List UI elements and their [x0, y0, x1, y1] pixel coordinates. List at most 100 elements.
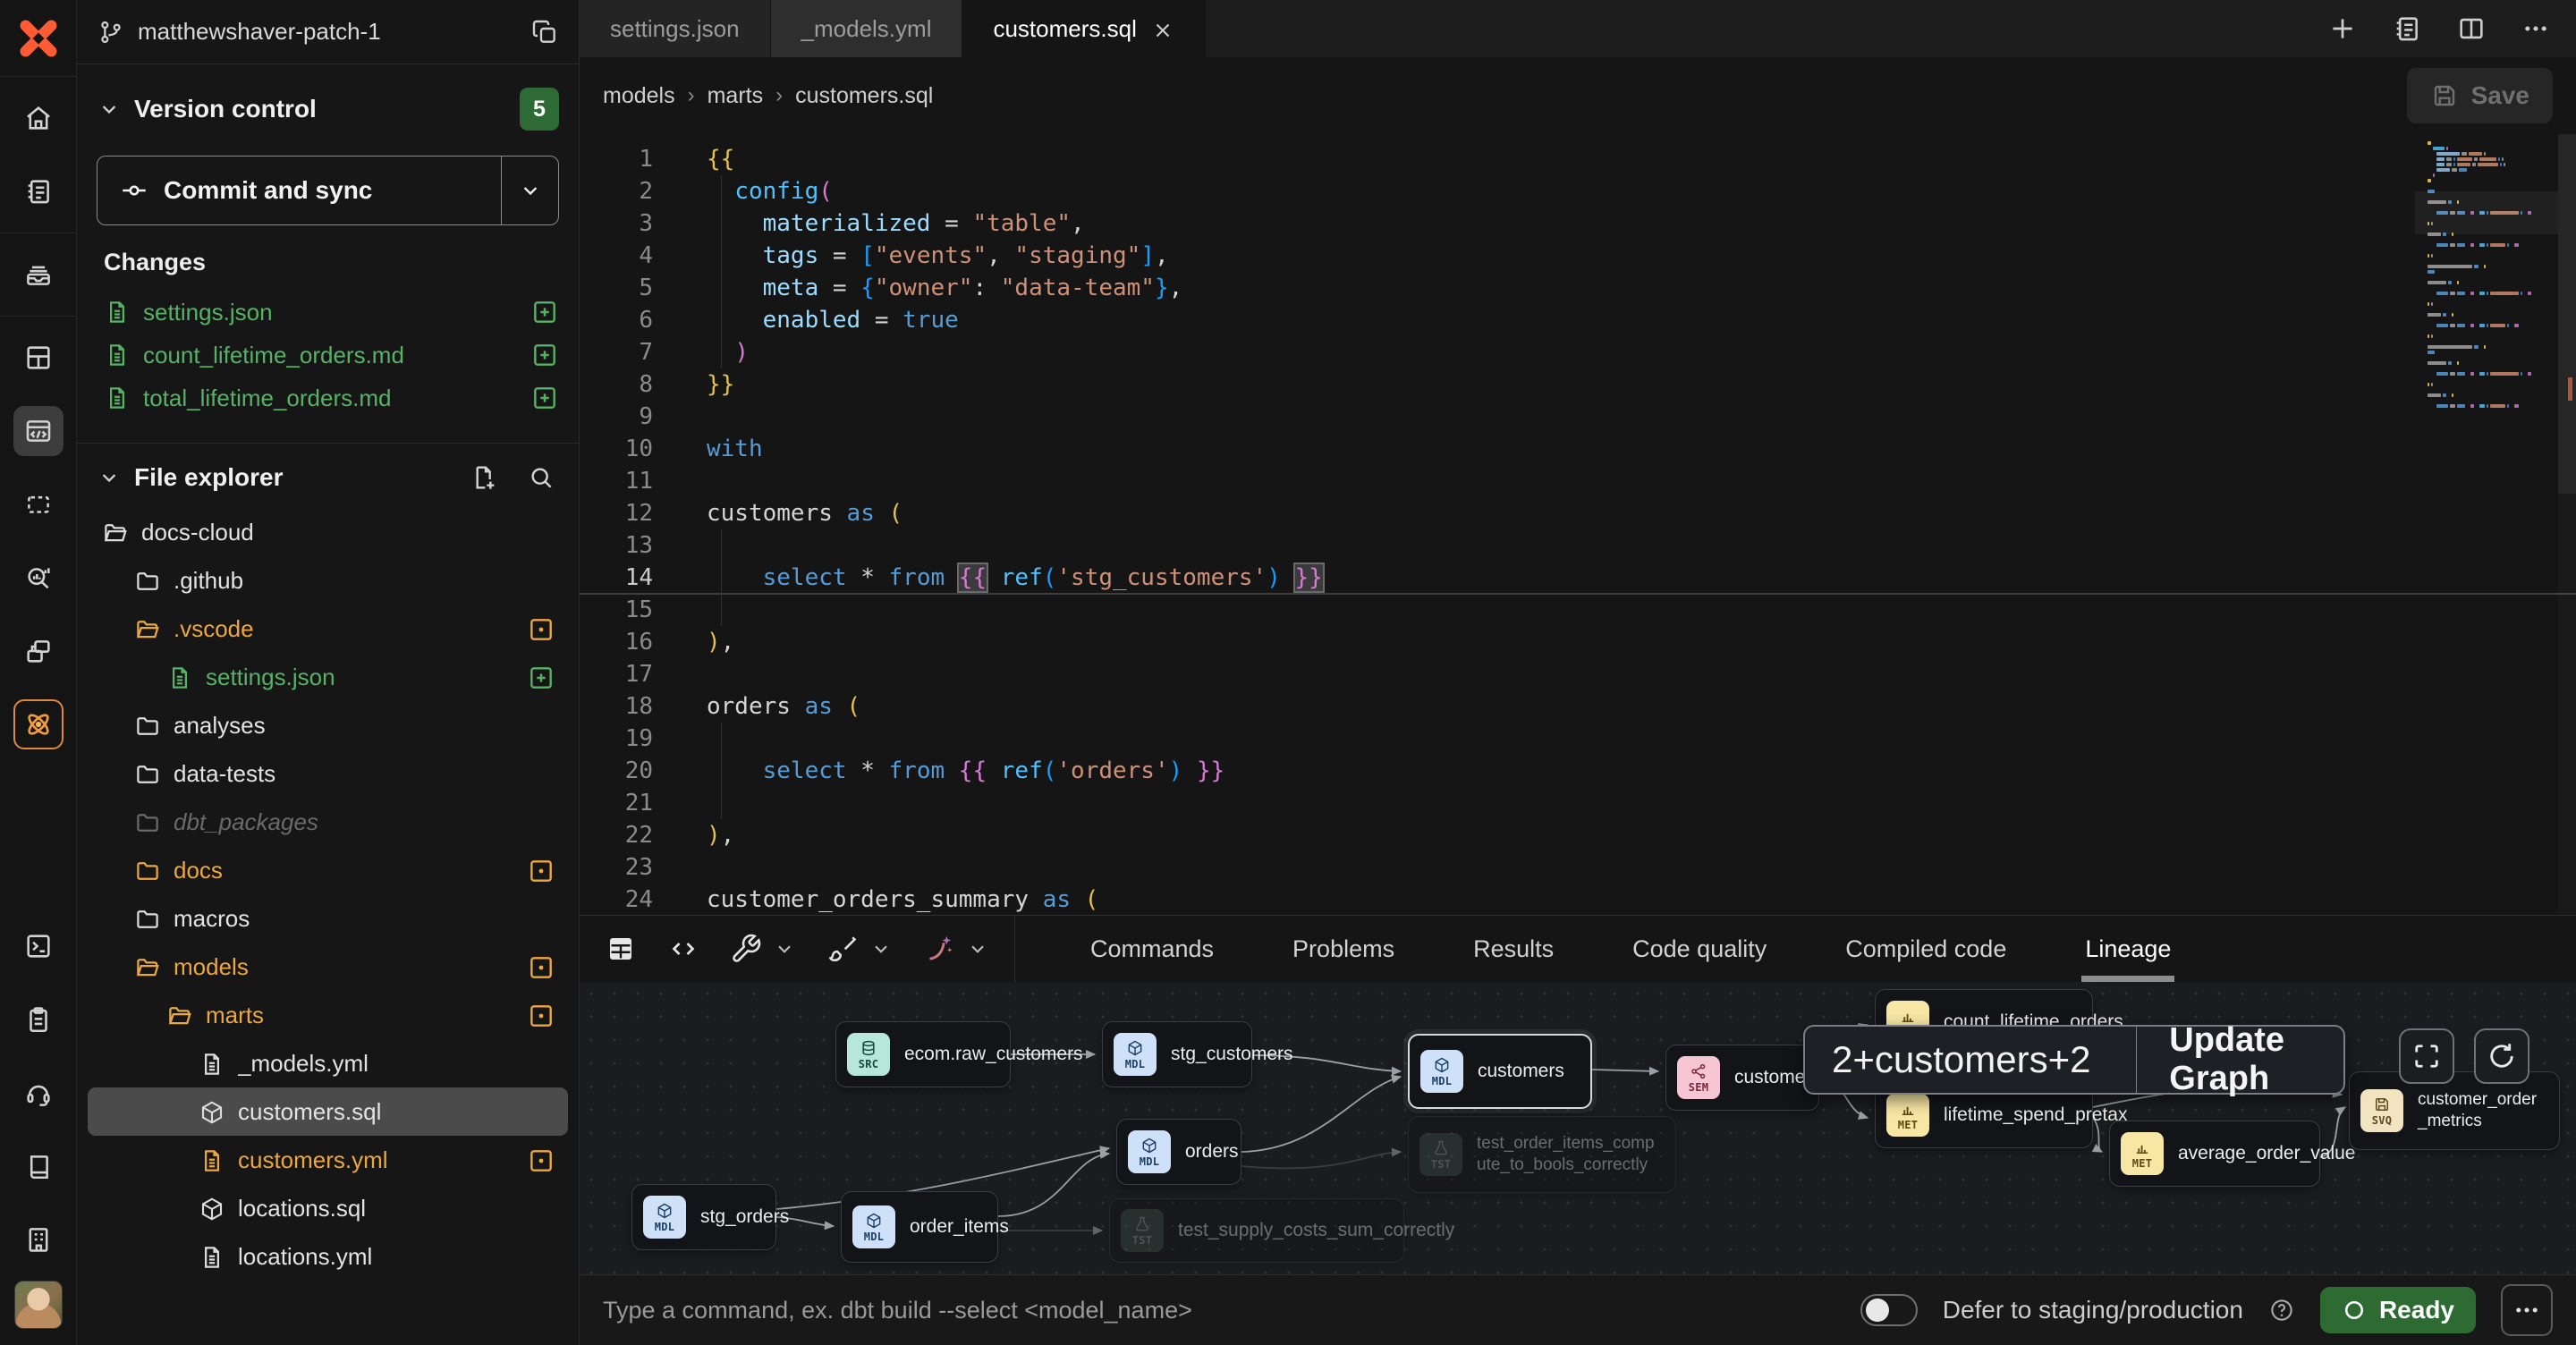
breadcrumb-item[interactable]: models [603, 83, 675, 109]
editor-scrollbar[interactable] [2558, 134, 2576, 915]
lineage-fullscreen-button[interactable] [2399, 1028, 2454, 1084]
commit-and-sync-button[interactable]: Commit and sync [97, 156, 559, 225]
lineage-node-test-supply[interactable]: TSTtest_supply_costs_sum_correctly [1109, 1198, 1404, 1263]
tree-item-analyses[interactable]: analyses [88, 701, 568, 749]
panel-tab-code-quality[interactable]: Code quality [1593, 916, 1806, 982]
chevron-down-icon[interactable] [966, 937, 989, 960]
update-graph-button[interactable]: Update Graph [2137, 1027, 2343, 1093]
code-line-23[interactable]: 23 [580, 851, 2576, 884]
tree-item-customers-yml[interactable]: customers.yml [88, 1136, 568, 1184]
tree-item-marts[interactable]: marts [88, 991, 568, 1039]
command-more-button[interactable] [2501, 1284, 2553, 1336]
code-editor[interactable]: 1{{2 config(3 materialized = "table",4 t… [580, 134, 2576, 915]
tree-item--vscode[interactable]: .vscode [88, 605, 568, 653]
code-line-3[interactable]: 3 materialized = "table", [580, 207, 2576, 240]
modified-badge[interactable] [527, 952, 555, 981]
code-line-24[interactable]: 24customer_orders_summary as ( [580, 884, 2576, 915]
tree-item-data-tests[interactable]: data-tests [88, 749, 568, 798]
code-line-12[interactable]: 12customers as ( [580, 497, 2576, 529]
code-line-20[interactable]: 20 select * from {{ ref('orders') }} [580, 755, 2576, 787]
chevron-down-icon[interactable] [773, 937, 796, 960]
rail-insights-button[interactable] [13, 553, 64, 603]
code-line-9[interactable]: 9 [580, 401, 2576, 433]
modified-badge[interactable] [527, 855, 555, 884]
tab-customers-sql[interactable]: customers.sql [962, 0, 1205, 57]
user-avatar[interactable] [14, 1281, 63, 1329]
lineage-node-customers-mdl[interactable]: MDLcustomers [1408, 1034, 1592, 1109]
save-button[interactable]: Save [2407, 68, 2553, 123]
code-line-1[interactable]: 1{{ [580, 143, 2576, 175]
rail-home-button[interactable] [13, 93, 64, 143]
panel-tab-results[interactable]: Results [1434, 916, 1593, 982]
command-input[interactable]: Type a command, ex. dbt build --select <… [603, 1297, 1835, 1324]
rail-jobs-button[interactable] [13, 250, 64, 300]
breadcrumb-item[interactable]: marts [708, 83, 764, 109]
code-line-21[interactable]: 21 [580, 787, 2576, 819]
tree-item-locations-yml[interactable]: locations.yml [88, 1232, 568, 1281]
rail-orchestration-button[interactable] [13, 626, 64, 676]
rail-ide-button[interactable] [13, 406, 64, 456]
lineage-node-cust-order-metrics[interactable]: SVQcustomer_order_metrics [2349, 1071, 2560, 1150]
minimap[interactable] [2428, 141, 2546, 415]
rail-fusion-button[interactable] [13, 699, 64, 749]
close-tab-icon[interactable] [1151, 15, 1174, 43]
code-line-11[interactable]: 11 [580, 465, 2576, 497]
split-editor-icon[interactable] [2456, 13, 2487, 44]
version-control-header[interactable]: Version control 5 [77, 64, 579, 140]
rail-notebook-button[interactable] [13, 166, 64, 216]
lineage-node-avg-order-value[interactable]: METaverage_order_value [2109, 1121, 2320, 1187]
tree-item-dbt-packages[interactable]: dbt_packages [88, 798, 568, 846]
lineage-refresh-button[interactable] [2474, 1028, 2529, 1084]
build-wrench-icon[interactable] [730, 933, 762, 965]
modified-badge[interactable] [527, 613, 555, 643]
code-line-17[interactable]: 17 [580, 658, 2576, 690]
tree-item--github[interactable]: .github [88, 556, 568, 605]
lineage-node-raw-customers[interactable]: SRCecom.raw_customers [835, 1021, 1011, 1087]
staged-add-badge[interactable] [527, 662, 555, 691]
panel-tab-compiled-code[interactable]: Compiled code [1806, 916, 2046, 982]
code-line-7[interactable]: 7 ) [580, 336, 2576, 368]
code-line-4[interactable]: 4 tags = ["events", "staging"], [580, 240, 2576, 272]
new-file-icon[interactable] [470, 463, 498, 492]
preview-table-icon[interactable] [605, 933, 637, 965]
copy-branch-icon[interactable] [530, 18, 559, 47]
commit-options-caret[interactable] [501, 156, 558, 224]
editor-more-icon[interactable] [2521, 13, 2551, 44]
rail-terminal-button[interactable] [13, 921, 64, 971]
rail-org-button[interactable] [13, 1214, 64, 1265]
tree-item-settings-json[interactable]: settings.json [88, 653, 568, 701]
new-tab-icon[interactable] [2327, 13, 2358, 44]
rail-tasks-button[interactable] [13, 994, 64, 1045]
code-line-5[interactable]: 5 meta = {"owner": "data-team"}, [580, 272, 2576, 304]
tree-item-customers-sql[interactable]: customers.sql [88, 1087, 568, 1136]
code-line-8[interactable]: 8}} [580, 368, 2576, 401]
lineage-node-stg-customers[interactable]: MDLstg_customers [1102, 1021, 1252, 1087]
rail-canvas-button[interactable] [13, 479, 64, 529]
code-line-16[interactable]: 16), [580, 626, 2576, 658]
lineage-canvas[interactable]: SRCecom.raw_customers MDLstg_customers MDL… [580, 982, 2576, 1274]
help-icon[interactable] [2268, 1297, 2295, 1324]
tree-item-macros[interactable]: macros [88, 894, 568, 943]
lineage-node-test-order-items[interactable]: TSTtest_order_items_compute_to_bools_cor… [1408, 1116, 1676, 1193]
code-line-2[interactable]: 2 config( [580, 175, 2576, 207]
code-line-13[interactable]: 13 [580, 529, 2576, 562]
lineage-node-customers-sem[interactable]: SEMcustomers [1665, 1045, 1819, 1111]
file-explorer-header[interactable]: File explorer [77, 444, 579, 503]
tree-item-docs[interactable]: docs [88, 846, 568, 894]
ai-assist-icon[interactable] [923, 933, 955, 965]
compile-code-icon[interactable] [667, 933, 699, 965]
panel-tab-commands[interactable]: Commands [1051, 916, 1253, 982]
lineage-node-orders[interactable]: MDLorders [1116, 1119, 1241, 1185]
tab-settings-json[interactable]: settings.json [580, 0, 771, 57]
code-line-14[interactable]: 14 select * from {{ ref('stg_customers')… [580, 562, 2576, 594]
tree-item-models[interactable]: models [88, 943, 568, 991]
code-line-6[interactable]: 6 enabled = true [580, 304, 2576, 336]
code-line-22[interactable]: 22), [580, 819, 2576, 851]
breadcrumb-item[interactable]: customers.sql [795, 83, 933, 109]
rail-docs-button[interactable] [13, 1141, 64, 1191]
tree-item--models-yml[interactable]: _models.yml [88, 1039, 568, 1087]
changed-file-row[interactable]: total_lifetime_orders.md [104, 376, 559, 419]
tab--models-yml[interactable]: _models.yml [771, 0, 963, 57]
code-line-10[interactable]: 10with [580, 433, 2576, 465]
status-badge[interactable]: Ready [2320, 1287, 2476, 1333]
